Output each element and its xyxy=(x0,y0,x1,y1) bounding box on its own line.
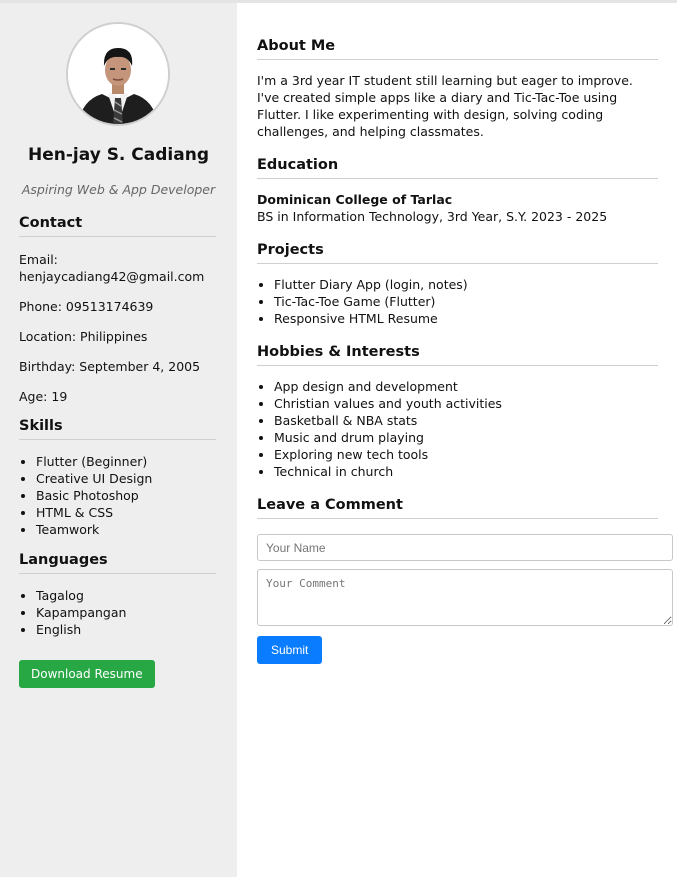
hobby-item: Technical in church xyxy=(274,463,658,480)
hobby-item: Exploring new tech tools xyxy=(274,446,658,463)
projects-list: Flutter Diary App (login, notes) Tic-Tac… xyxy=(257,276,658,327)
hobbies-section: Hobbies & Interests App design and devel… xyxy=(257,344,658,480)
language-item: Tagalog xyxy=(36,587,216,604)
language-item: Kapampangan xyxy=(36,604,216,621)
skill-item: HTML & CSS xyxy=(36,504,216,521)
skills-heading: Skills xyxy=(19,418,216,440)
submit-button[interactable]: Submit xyxy=(257,636,323,664)
main-content: About Me I'm a 3rd year IT student still… xyxy=(257,38,673,681)
comment-heading: Leave a Comment xyxy=(257,497,658,519)
education-heading: Education xyxy=(257,157,658,179)
avatar-photo xyxy=(68,24,168,124)
skill-item: Creative UI Design xyxy=(36,470,216,487)
project-item: Flutter Diary App (login, notes) xyxy=(274,276,658,293)
contact-email: Email: henjaycadiang42@gmail.com xyxy=(19,252,205,284)
profile-name: Hen-jay S. Cadiang xyxy=(28,145,209,165)
contact-birthday: Birthday: September 4, 2005 xyxy=(19,359,201,374)
skill-item: Flutter (Beginner) xyxy=(36,453,216,470)
contact-info: Email: henjaycadiang42@gmail.com Phone: … xyxy=(19,251,216,405)
education-school: Dominican College of Tarlac xyxy=(257,192,453,207)
hobby-item: App design and development xyxy=(274,378,658,395)
contact-location: Location: Philippines xyxy=(19,329,148,344)
hobby-item: Basketball & NBA stats xyxy=(274,412,658,429)
hobbies-heading: Hobbies & Interests xyxy=(257,344,658,366)
download-resume-button[interactable]: Download Resume xyxy=(19,660,155,688)
sidebar-content: Contact Email: henjaycadiang42@gmail.com… xyxy=(19,215,216,688)
skill-item: Basic Photoshop xyxy=(36,487,216,504)
hobbies-list: App design and development Christian val… xyxy=(257,378,658,480)
languages-list: Tagalog Kapampangan English xyxy=(19,587,216,638)
education-section: Education Dominican College of Tarlac BS… xyxy=(257,157,658,225)
education-detail: BS in Information Technology, 3rd Year, … xyxy=(257,209,608,224)
skills-list: Flutter (Beginner) Creative UI Design Ba… xyxy=(19,453,216,538)
project-item: Tic-Tac-Toe Game (Flutter) xyxy=(274,293,658,310)
profile-tagline: Aspiring Web & App Developer xyxy=(21,182,216,197)
projects-heading: Projects xyxy=(257,242,658,264)
sidebar: Hen-jay S. Cadiang Aspiring Web & App De… xyxy=(0,3,237,877)
projects-section: Projects Flutter Diary App (login, notes… xyxy=(257,242,658,327)
project-item: Responsive HTML Resume xyxy=(274,310,658,327)
avatar xyxy=(66,22,170,126)
contact-phone: Phone: 09513174639 xyxy=(19,299,154,314)
about-heading: About Me xyxy=(257,38,658,60)
comment-form: Submit xyxy=(257,534,673,664)
skill-item: Teamwork xyxy=(36,521,216,538)
name-input[interactable] xyxy=(257,534,673,561)
comment-textarea[interactable] xyxy=(257,569,673,626)
contact-heading: Contact xyxy=(19,215,216,237)
language-item: English xyxy=(36,621,216,638)
comment-section: Leave a Comment Submit xyxy=(257,497,673,664)
hobby-item: Christian values and youth activities xyxy=(274,395,658,412)
languages-heading: Languages xyxy=(19,552,216,574)
contact-age: Age: 19 xyxy=(19,389,68,404)
hobby-item: Music and drum playing xyxy=(274,429,658,446)
about-section: About Me I'm a 3rd year IT student still… xyxy=(257,38,658,140)
about-text: I'm a 3rd year IT student still learning… xyxy=(257,73,633,139)
